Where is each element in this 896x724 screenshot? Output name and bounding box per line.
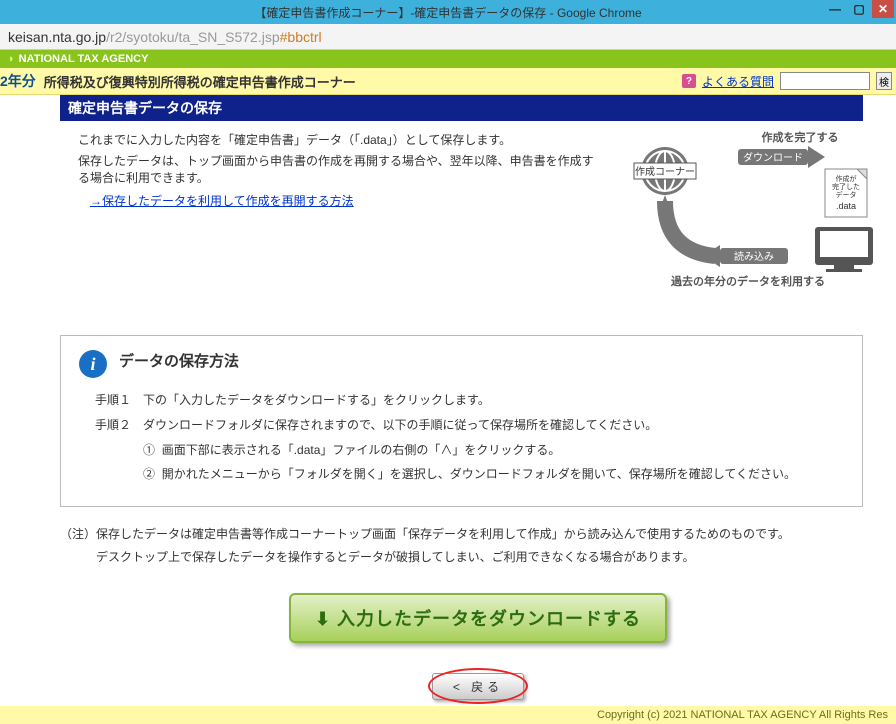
svg-text:読み込み: 読み込み (734, 250, 774, 263)
breadcrumb-bar: 2年分 所得税及び復興特別所得税の確定申告書作成コーナー ? よくある質問 検 (0, 68, 896, 95)
svg-text:完了した: 完了した (832, 182, 860, 191)
download-icon: ⬇ (315, 609, 331, 629)
step2-text: ダウンロードフォルダに保存されますので、以下の手順に従って保存場所を確認してくだ… (143, 414, 806, 437)
svg-text:作成を完了する: 作成を完了する (762, 131, 839, 144)
svg-text:過去の年分のデータを利用する: 過去の年分のデータを利用する (670, 274, 825, 288)
step1-text: 下の「入力したデータをダウンロードする」をクリックします。 (143, 389, 806, 412)
minimize-icon[interactable]: — (824, 0, 846, 18)
workflow-diagram: ダウンロード 作成を完了する 作成コーナー 作成が 完了した データ .data… (620, 131, 878, 291)
search-input[interactable] (780, 72, 870, 90)
url-hash: #bbctrl (280, 29, 322, 45)
maximize-icon[interactable]: ▢ (848, 0, 870, 18)
section-title: 所得税及び復興特別所得税の確定申告書作成コーナー (44, 72, 356, 91)
svg-text:データ: データ (836, 190, 857, 199)
step1-label: 手順１ (95, 389, 141, 412)
window-titlebar: 【確定申告書作成コーナー】-確定申告書データの保存 - Google Chrom… (0, 0, 896, 24)
substep2-text: 開かれたメニューから「フォルダを開く」を選択し、ダウンロードフォルダを開いて、保… (162, 467, 796, 481)
step2-label: 手順２ (95, 414, 141, 437)
svg-text:作成コーナー: 作成コーナー (635, 166, 695, 178)
download-button[interactable]: ⬇入力したデータをダウンロードする (289, 593, 667, 643)
agency-header: ◗NATIONAL TAX AGENCY (0, 50, 896, 68)
tax-year: 2年分 (0, 71, 44, 91)
footer: Copyright (c) 2021 NATIONAL TAX AGENCY A… (0, 706, 896, 724)
substep1-text: 画面下部に表示される「.data」ファイルの右側の「∧」をクリックする。 (162, 443, 561, 457)
intro-block: これまでに入力した内容を「確定申告書」データ（「.data」）として保存します。… (60, 121, 600, 209)
question-icon: ? (682, 74, 696, 88)
back-button[interactable]: < 戻る (432, 673, 524, 700)
url-path: /r2/syotoku/ta_SN_S572.jsp (106, 29, 280, 45)
address-bar[interactable]: keisan.nta.go.jp/r2/syotoku/ta_SN_S572.j… (0, 24, 896, 50)
steps-title: データの保存方法 (119, 350, 844, 371)
window-title: 【確定申告書作成コーナー】-確定申告書データの保存 - Google Chrom… (254, 4, 641, 21)
svg-text:.data: .data (836, 201, 856, 211)
search-button[interactable]: 検 (876, 72, 892, 90)
url-host: keisan.nta.go.jp (8, 29, 106, 45)
svg-text:作成が: 作成が (836, 174, 857, 183)
resume-link[interactable]: →保存したデータを利用して作成を再開する方法 (90, 194, 354, 208)
page-title: 確定申告書データの保存 (60, 95, 863, 121)
svg-text:ダウンロード: ダウンロード (743, 151, 803, 164)
faq-link[interactable]: よくある質問 (702, 73, 774, 90)
info-icon: i (79, 350, 107, 378)
note-block: （注）保存したデータは確定申告書等作成コーナートップ画面「保存データを利用して作… (60, 523, 863, 569)
close-icon[interactable]: ✕ (872, 0, 894, 18)
flag-icon: ◗ (8, 53, 15, 65)
steps-box: i データの保存方法 手順１ 下の「入力したデータをダウンロードする」をクリック… (60, 335, 863, 507)
